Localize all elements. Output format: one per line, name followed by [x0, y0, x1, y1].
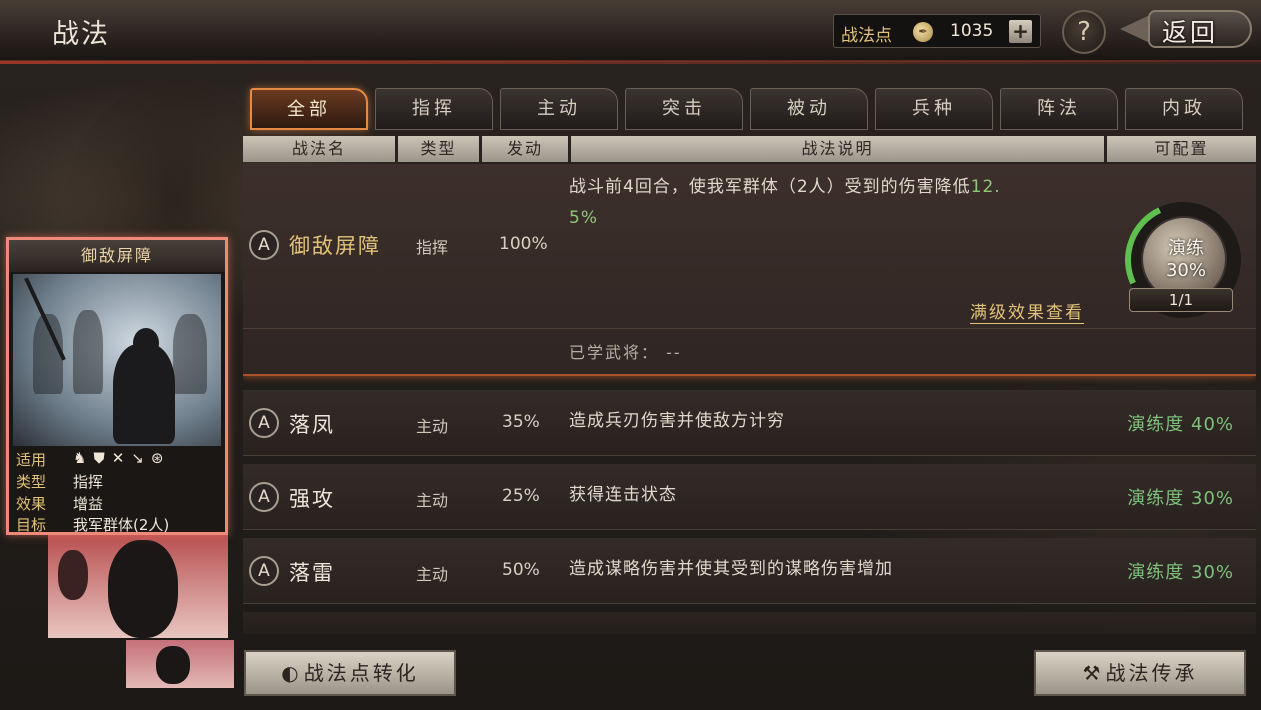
tactic-row-partial[interactable]	[243, 612, 1256, 634]
full-effect-link[interactable]: 满级效果查看	[970, 298, 1084, 324]
shield-icon: ⛊	[93, 449, 112, 467]
description-value: 12.	[970, 177, 1001, 197]
row-divider	[243, 328, 1256, 329]
inherit-tactic-button[interactable]: ⚒ 战法传承	[1034, 650, 1246, 696]
tactic-description: 造成兵刃伤害并使敌方计穷	[569, 411, 785, 431]
tactic-type: 主动	[416, 417, 449, 436]
tactic-rate: 50%	[502, 560, 540, 580]
card-type-key: 类型	[16, 473, 47, 491]
inherit-tactic-label: 战法传承	[1105, 661, 1198, 685]
card-back	[126, 640, 234, 688]
help-button[interactable]: ?	[1062, 10, 1106, 54]
description-text: 战斗前4回合，使我军群体（2人）受到的伤害降低	[569, 177, 971, 197]
unit-type-icons: ♞⛊✕↘⊛	[73, 449, 170, 467]
tactic-points-box: 战法点 ✒ 1035 +	[833, 14, 1041, 48]
card-back-silhouette	[108, 540, 178, 638]
card-title: 御敌屏障	[9, 240, 225, 272]
card-effect-value: 增益	[73, 495, 104, 513]
column-description: 战法说明	[571, 136, 1104, 162]
column-type: 类型	[398, 136, 479, 162]
grade-badge: A	[249, 230, 279, 260]
card-back	[48, 530, 228, 638]
tactic-description: 战斗前4回合，使我军群体（2人）受到的伤害降低12. 5%	[569, 172, 1099, 234]
card-illustration	[13, 274, 221, 446]
crossbow-icon: ✕	[111, 449, 132, 467]
column-rate: 发动	[482, 136, 568, 162]
train-degree: 演练度 30%	[1127, 562, 1234, 583]
train-degree: 演练度 30%	[1127, 488, 1234, 509]
tactic-points-value: 1035	[950, 21, 994, 41]
swirl-icon: ◐	[281, 661, 302, 685]
tactic-type: 指挥	[416, 238, 449, 257]
card-apply-key: 适用	[16, 451, 47, 469]
add-points-button[interactable]: +	[1009, 20, 1032, 43]
card-type-row: 类型 指挥	[13, 470, 221, 491]
back-button[interactable]: 返回	[1120, 8, 1254, 50]
back-label: 返回	[1162, 18, 1219, 47]
tactic-name: 强攻	[289, 487, 335, 511]
tab-assault[interactable]: 突击	[625, 88, 743, 130]
convert-points-button[interactable]: ◐ 战法点转化	[244, 650, 456, 696]
train-degree: 演练度 40%	[1127, 414, 1234, 435]
warrior-head	[133, 328, 159, 358]
convert-points-label: 战法点转化	[303, 661, 419, 685]
table-header: 战法名 类型 发动 战法说明 可配置	[243, 136, 1256, 162]
column-name: 战法名	[243, 136, 395, 162]
tactic-type: 主动	[416, 491, 449, 510]
wheel-icon: ⊛	[150, 449, 171, 467]
learned-generals: 已学武将： --	[569, 343, 682, 362]
tactic-type: 主动	[416, 565, 449, 584]
tab-troop[interactable]: 兵种	[875, 88, 993, 130]
warrior-silhouette	[113, 344, 175, 444]
description-value-cont: 5%	[569, 208, 598, 228]
train-count: 1/1	[1129, 288, 1233, 312]
train-value: 30%	[1165, 260, 1206, 281]
train-label: 演练	[1168, 238, 1204, 259]
category-tabs: 全部 指挥 主动 突击 被动 兵种 阵法 内政	[248, 88, 1258, 132]
tab-passive[interactable]: 被动	[750, 88, 868, 130]
grade-badge: A	[249, 482, 279, 512]
card-effect-row: 效果 增益	[13, 492, 221, 513]
tactic-rate: 100%	[499, 234, 548, 254]
card-type-value: 指挥	[73, 473, 104, 491]
grade-badge: A	[249, 556, 279, 586]
back-arrow-icon	[1120, 15, 1150, 43]
card-target-row: 目标 我军群体(2人)	[13, 513, 221, 534]
tactic-row[interactable]: A 落凤 主动 35% 造成兵刃伤害并使敌方计穷 演练度 40%	[243, 390, 1256, 456]
tactic-row-expanded[interactable]: A 御敌屏障 指挥 100% 战斗前4回合，使我军群体（2人）受到的伤害降低12…	[243, 164, 1256, 376]
tab-formation[interactable]: 阵法	[1000, 88, 1118, 130]
feather-coin-icon: ✒	[913, 22, 933, 42]
horse-icon: ♞	[73, 449, 94, 467]
tactic-row[interactable]: A 落雷 主动 50% 造成谋略伤害并使其受到的谋略伤害增加 演练度 30%	[243, 538, 1256, 604]
card-effect-key: 效果	[16, 495, 47, 513]
soldier-silhouette	[173, 314, 207, 394]
tab-active[interactable]: 主动	[500, 88, 618, 130]
tab-internal[interactable]: 内政	[1125, 88, 1243, 130]
tactic-description: 获得连击状态	[569, 485, 677, 505]
tactic-points-label: 战法点	[841, 26, 892, 46]
tactic-card[interactable]: 御敌屏障 适用 ♞⛊✕↘⊛ 类型 指挥 效果 增益 目标 我军群体(2人)	[6, 237, 228, 535]
tab-all[interactable]: 全部	[250, 88, 368, 130]
column-config: 可配置	[1107, 136, 1256, 162]
card-back-silhouette	[156, 646, 190, 684]
tactic-list: A 御敌屏障 指挥 100% 战斗前4回合，使我军群体（2人）受到的伤害降低12…	[243, 164, 1256, 634]
hammer-icon: ⚒	[1082, 661, 1104, 685]
tactic-name: 落凤	[289, 413, 335, 437]
spear-icon: ↘	[131, 449, 151, 467]
tactic-row[interactable]: A 强攻 主动 25% 获得连击状态 演练度 30%	[243, 464, 1256, 530]
tactic-description: 造成谋略伤害并使其受到的谋略伤害增加	[569, 559, 893, 579]
card-back-silhouette	[58, 550, 88, 600]
card-apply-row: 适用 ♞⛊✕↘⊛	[13, 448, 221, 469]
tactic-name: 落雷	[289, 561, 335, 585]
page-title: 战法	[52, 19, 110, 50]
tab-command[interactable]: 指挥	[375, 88, 493, 130]
grade-badge: A	[249, 408, 279, 438]
soldier-silhouette	[73, 310, 103, 394]
tactic-name: 御敌屏障	[289, 234, 381, 258]
card-target-key: 目标	[16, 516, 47, 534]
tactic-rate: 25%	[502, 486, 540, 506]
top-bar: 战法 战法点 ✒ 1035 + ? 返回	[0, 0, 1261, 64]
tactic-rate: 35%	[502, 412, 540, 432]
card-target-value: 我军群体(2人)	[73, 516, 170, 534]
